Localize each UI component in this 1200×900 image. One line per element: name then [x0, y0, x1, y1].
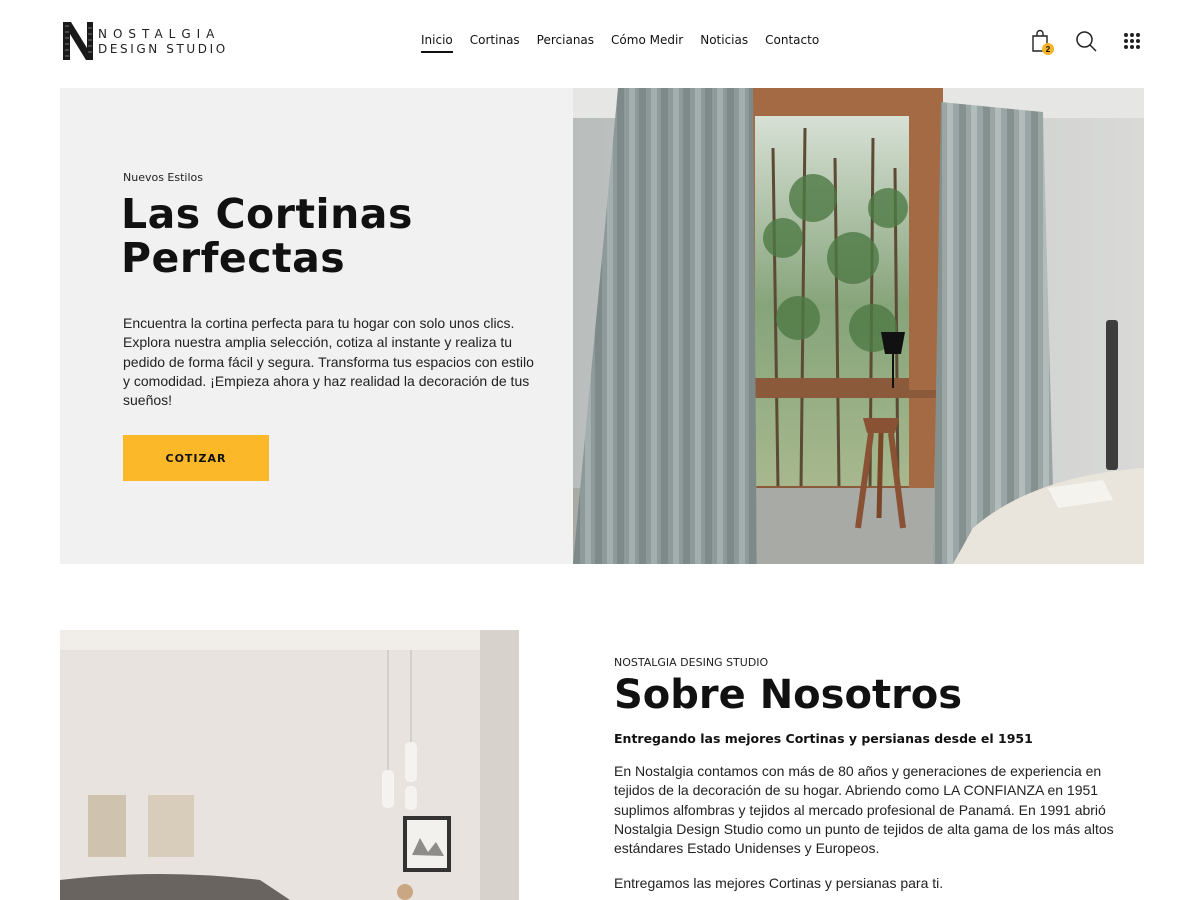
- site-header: NOSTALGIA DESIGN STUDIO Inicio Cortinas …: [0, 0, 1200, 82]
- header-actions: 2: [1028, 28, 1144, 55]
- nav-item-como-medir[interactable]: Cómo Medir: [611, 33, 683, 55]
- about-eyebrow: NOSTALGIA DESING STUDIO: [614, 656, 769, 669]
- hero-title: Las Cortinas Perfectas: [121, 190, 413, 282]
- curtains-room-illustration: [573, 88, 1144, 564]
- about-paragraph-1: En Nostalgia contamos con más de 80 años…: [614, 763, 1114, 857]
- search-icon: [1076, 31, 1097, 52]
- living-room-illustration: [60, 630, 519, 900]
- about-title: Sobre Nosotros: [614, 672, 963, 718]
- quote-button[interactable]: COTIZAR: [123, 435, 269, 481]
- cart-button[interactable]: 2: [1028, 28, 1054, 55]
- nav-item-cortinas[interactable]: Cortinas: [470, 33, 520, 55]
- about-paragraph-2: Entregamos las mejores Cortinas y persia…: [614, 875, 944, 892]
- nav-item-inicio[interactable]: Inicio: [421, 33, 453, 55]
- hero-image-curtains: [573, 88, 1144, 564]
- menu-button[interactable]: [1120, 28, 1144, 54]
- nav-item-contacto[interactable]: Contacto: [765, 33, 819, 55]
- brand-logo[interactable]: NOSTALGIA DESIGN STUDIO: [60, 20, 228, 62]
- about-image-living-room: [60, 630, 519, 900]
- logo-monogram-icon: [62, 22, 94, 60]
- logo-line-1: NOSTALGIA: [98, 26, 221, 41]
- main-nav: Inicio Cortinas Percianas Cómo Medir Not…: [421, 33, 819, 55]
- hero-description: Encuentra la cortina perfecta para tu ho…: [123, 315, 534, 409]
- nav-item-percianas[interactable]: Percianas: [537, 33, 594, 55]
- about-section: NOSTALGIA DESING STUDIO Sobre Nosotros E…: [614, 656, 1144, 894]
- nav-item-noticias[interactable]: Noticias: [700, 33, 748, 55]
- hero-text-panel: Nuevos Estilos Las Cortinas Perfectas En…: [60, 88, 573, 564]
- hero-eyebrow: Nuevos Estilos: [123, 171, 204, 184]
- logo-text: NOSTALGIA DESIGN STUDIO: [98, 28, 228, 55]
- logo-line-2: DESIGN STUDIO: [98, 41, 228, 56]
- cart-count-badge: 2: [1042, 43, 1054, 55]
- grid-menu-icon: [1124, 33, 1140, 49]
- hero-section: Nuevos Estilos Las Cortinas Perfectas En…: [60, 88, 1144, 564]
- about-subtitle: Entregando las mejores Cortinas y persia…: [614, 731, 1033, 746]
- search-button[interactable]: [1074, 28, 1098, 54]
